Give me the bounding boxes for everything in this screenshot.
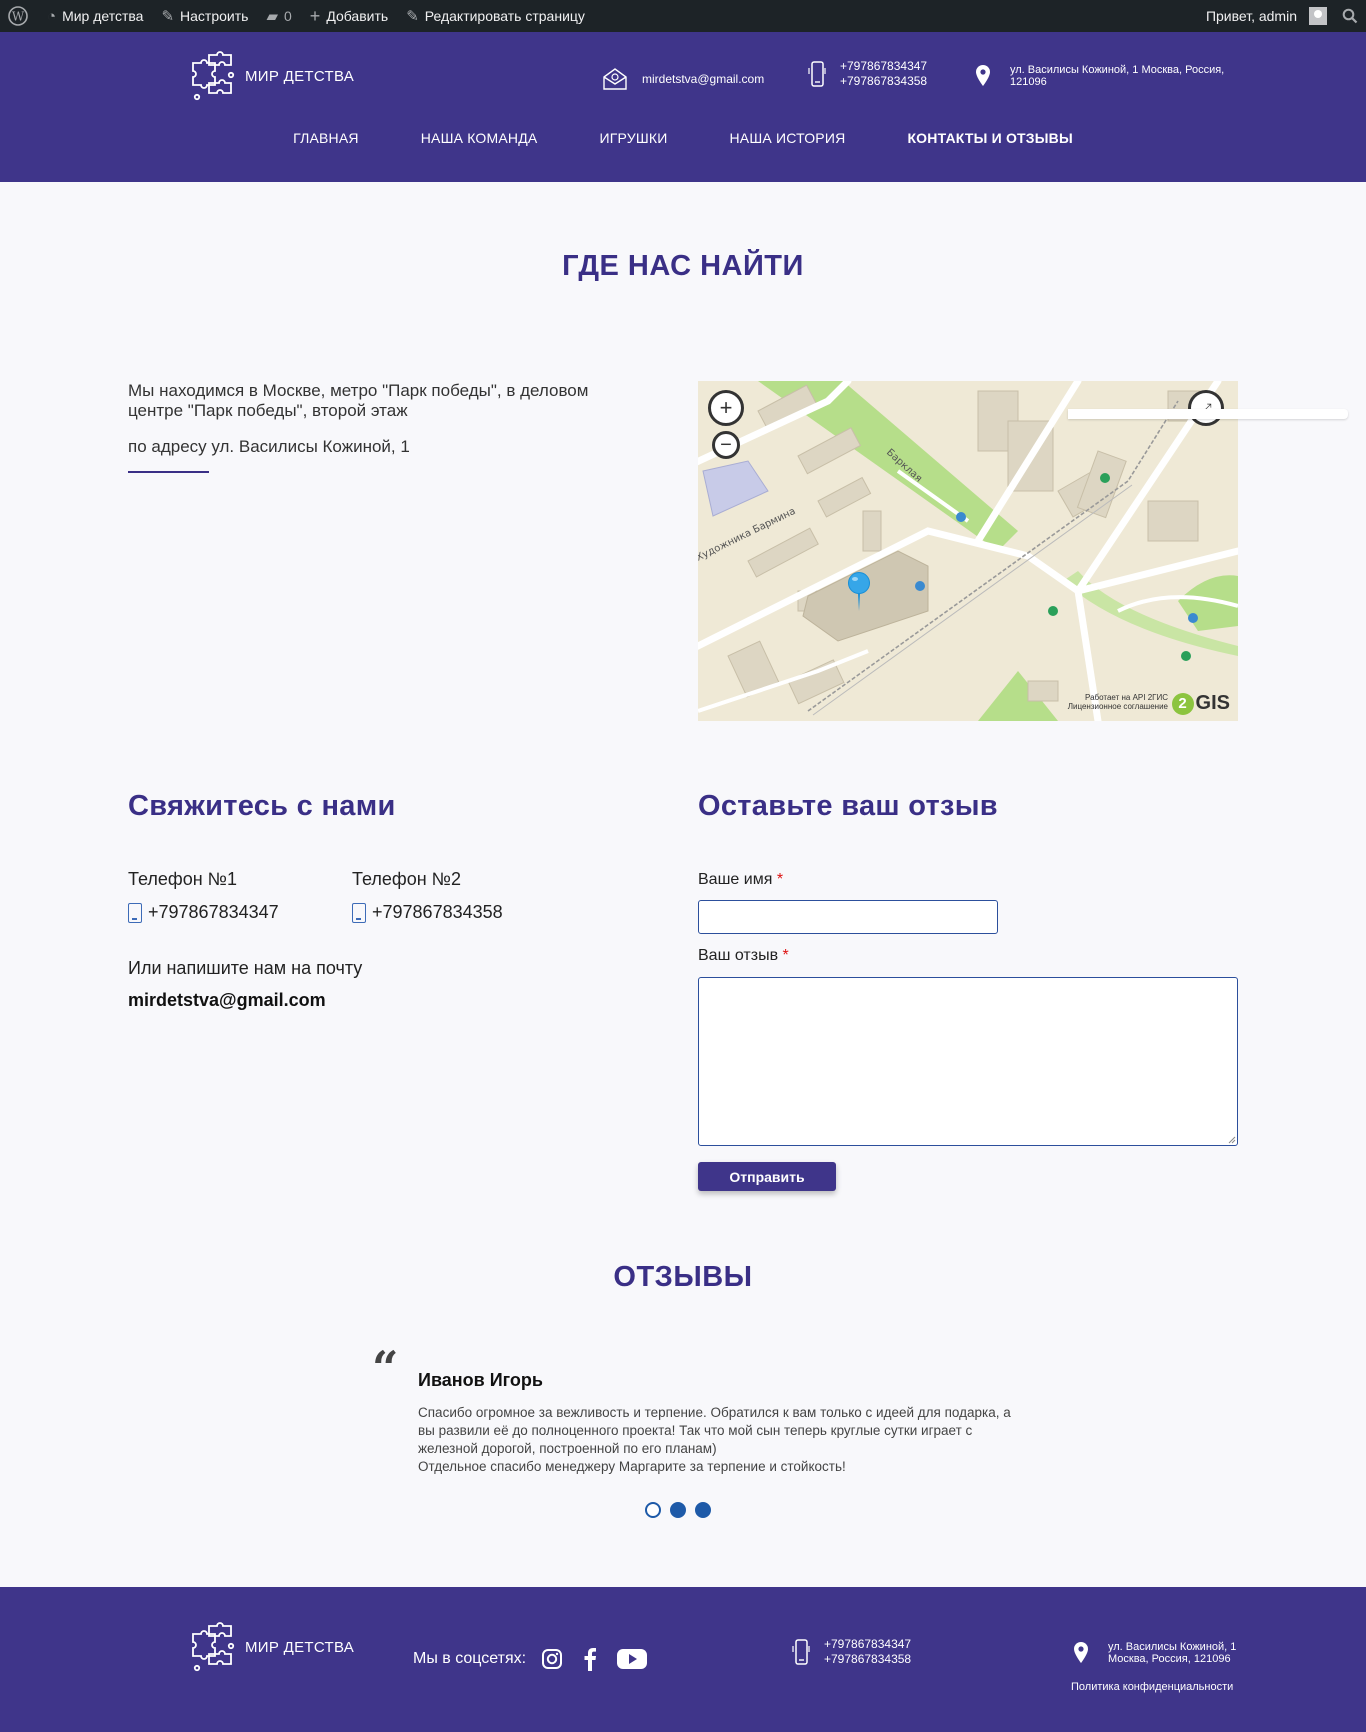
footer-phone-2[interactable]: +797867834358 <box>824 1652 911 1667</box>
adminbar-account[interactable]: Привет, admin <box>1197 0 1336 32</box>
site-logo[interactable]: МИР ДЕТСТВА <box>187 51 354 101</box>
plus-icon: + <box>309 6 321 26</box>
instagram-icon[interactable] <box>540 1647 564 1671</box>
privacy-policy-link[interactable]: Политика конфиденциальности <box>1071 1681 1233 1693</box>
phone-icon <box>352 902 366 923</box>
header-phones: +797867834347 +797867834358 <box>808 59 927 89</box>
nav-home[interactable]: ГЛАВНАЯ <box>262 130 390 146</box>
review-author: Иванов Игорь <box>418 1370 543 1390</box>
contact-phone-2[interactable]: +797867834358 <box>352 902 503 923</box>
contact-title: Свяжитесь с нами <box>128 790 396 822</box>
gis-logo: 2 GIS <box>1171 692 1230 715</box>
location-description: Мы находимся в Москве, метро "Парк побед… <box>128 381 589 456</box>
phone1-label: Телефон №1 <box>128 869 237 889</box>
footer-phones: +797867834347 +797867834358 <box>792 1637 911 1667</box>
map-pin-icon <box>1074 1642 1088 1663</box>
youtube-icon[interactable] <box>616 1647 648 1671</box>
main-nav: ГЛАВНАЯ НАША КОМАНДА ИГРУШКИ НАША ИСТОРИ… <box>0 130 1366 146</box>
comment-icon: ▰ <box>266 7 278 25</box>
pencil-icon: ✎ <box>406 7 419 25</box>
map-widget[interactable]: Барклая Художника Барминa + − ⤢ Работает… <box>698 381 1238 721</box>
puzzle-logo-icon <box>192 51 235 101</box>
facebook-icon[interactable] <box>578 1647 602 1671</box>
review-field-label: Ваш отзыв * <box>698 947 789 964</box>
nav-team[interactable]: НАША КОМАНДА <box>390 130 569 146</box>
phone-icon <box>808 61 826 87</box>
footer-phone-1[interactable]: +797867834347 <box>824 1637 911 1652</box>
review-slider-dots <box>645 1502 711 1518</box>
zoom-out-button[interactable]: − <box>712 431 740 459</box>
nav-contacts[interactable]: КОНТАКТЫ И ОТЗЫВЫ <box>876 130 1103 146</box>
name-input[interactable] <box>698 900 998 934</box>
slider-dot-3[interactable] <box>695 1502 711 1518</box>
svg-text:W: W <box>12 10 25 24</box>
phone-icon <box>128 902 142 923</box>
fullscreen-button[interactable]: ⤢ <box>1188 390 1224 426</box>
adminbar-site-name[interactable]: ◔ Мир детства <box>38 0 152 32</box>
map-attribution[interactable]: Работает на API 2ГИС Лицензионное соглаш… <box>1068 693 1168 711</box>
footer-address: ул. Василисы Кожиной, 1 Москва, Россия, … <box>1072 1641 1236 1665</box>
where-title: ГДЕ НАС НАЙТИ <box>562 250 804 282</box>
wordpress-logo-icon[interactable]: W <box>0 0 38 32</box>
slider-dot-2[interactable] <box>670 1502 686 1518</box>
footer-logo[interactable]: МИР ДЕТСТВА <box>187 1622 354 1672</box>
header-phone-2[interactable]: +797867834358 <box>840 74 927 89</box>
phone2-label: Телефон №2 <box>352 869 461 889</box>
site-footer: МИР ДЕТСТВА Мы в соцсетях: +797867834347… <box>0 1587 1366 1732</box>
header-phone-1[interactable]: +797867834347 <box>840 59 927 74</box>
adminbar-add-new[interactable]: + Добавить <box>301 0 397 32</box>
site-header: МИР ДЕТСТВА mirdetstva@gmail.com +797867… <box>0 32 1366 182</box>
envelope-icon <box>603 68 627 90</box>
review-text: Спасибо огромное за вежливость и терпени… <box>418 1405 1011 1474</box>
adminbar-edit-page[interactable]: ✎ Редактировать страницу <box>397 0 594 32</box>
mail-label: Или напишите нам на почту <box>128 958 363 978</box>
header-email[interactable]: mirdetstva@gmail.com <box>602 67 764 91</box>
review-textarea[interactable] <box>698 977 1238 1146</box>
dashboard-icon: ◔ <box>47 7 57 25</box>
resize-handle-icon[interactable] <box>1228 1136 1236 1144</box>
nav-history[interactable]: НАША ИСТОРИЯ <box>698 130 876 146</box>
nav-toys[interactable]: ИГРУШКИ <box>568 130 698 146</box>
feedback-title: Оставьте ваш отзыв <box>698 790 998 822</box>
phone-icon <box>792 1639 810 1665</box>
map-scrollbar[interactable] <box>1068 409 1348 419</box>
footer-social: Мы в соцсетях: <box>413 1647 648 1671</box>
submit-button[interactable]: Отправить <box>698 1162 836 1191</box>
contact-phone-1[interactable]: +797867834347 <box>128 902 279 923</box>
adminbar-comments[interactable]: ▰ 0 <box>257 0 300 32</box>
name-field-label: Ваше имя * <box>698 871 784 888</box>
avatar <box>1309 7 1327 25</box>
puzzle-logo-icon <box>192 1622 235 1672</box>
map-pin-icon <box>976 65 990 86</box>
admin-bar: W ◔ Мир детства ✎ Настроить ▰ 0 + Добави… <box>0 0 1366 32</box>
adminbar-search-icon[interactable] <box>1336 0 1366 32</box>
zoom-in-button[interactable]: + <box>708 390 744 426</box>
location-underline <box>128 471 209 473</box>
brush-icon: ✎ <box>161 7 175 25</box>
contact-email[interactable]: mirdetstva@gmail.com <box>128 990 326 1011</box>
reviews-title: ОТЗЫВЫ <box>613 1261 753 1293</box>
adminbar-customize[interactable]: ✎ Настроить <box>152 0 257 32</box>
map-canvas[interactable]: Барклая Художника Барминa <box>698 381 1238 721</box>
quote-icon: “ <box>372 1341 399 1395</box>
header-address: ул. Василисы Кожиной, 1 Москва, Россия, … <box>974 64 1235 88</box>
slider-dot-1[interactable] <box>645 1502 661 1518</box>
